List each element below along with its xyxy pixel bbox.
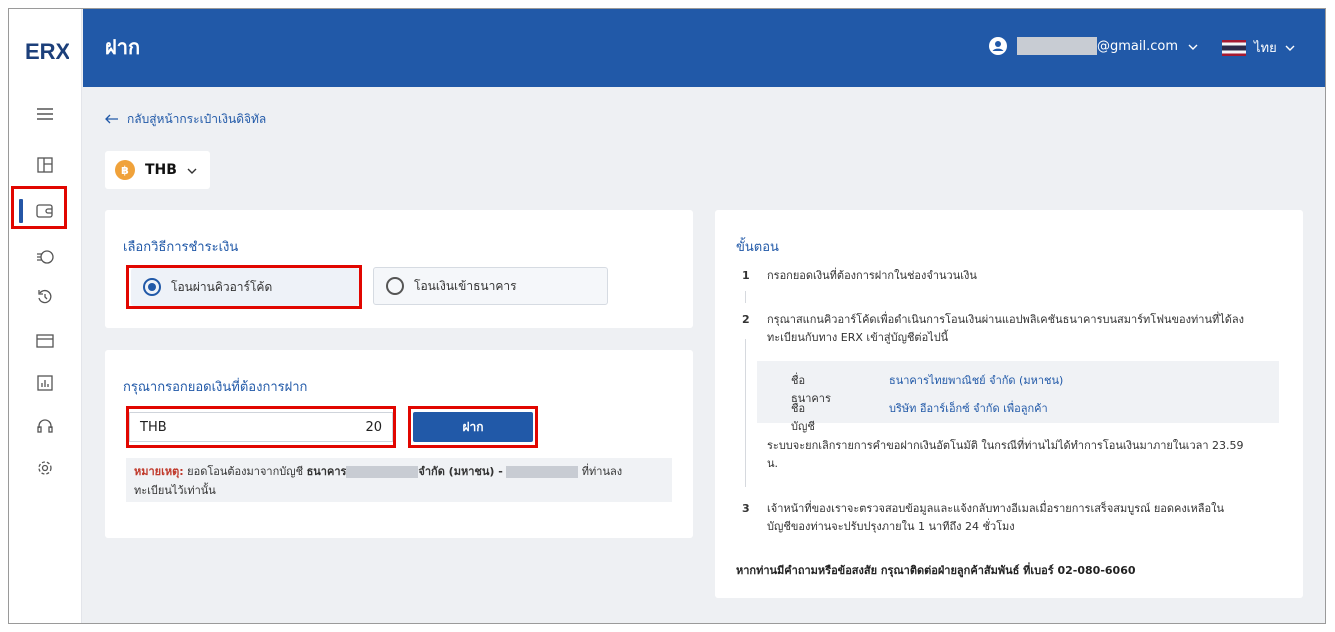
- history-icon[interactable]: [33, 285, 57, 309]
- svg-text:ERX: ERX: [25, 39, 69, 63]
- settings-icon[interactable]: [33, 456, 57, 480]
- note-text-3: ทะเบียนไว้เท่านั้น: [134, 484, 216, 497]
- deposit-note: หมายเหตุ: ยอดโอนต้องมาจากบัญชี ธนาคาร จำก…: [126, 458, 672, 502]
- note-label: หมายเหตุ:: [134, 465, 184, 478]
- language-label: ไทย: [1254, 41, 1277, 56]
- cancel-notice: ระบบจะยกเลิกรายการคำขอฝากเงินอัตโนมัติ ใ…: [767, 439, 1244, 452]
- note-text: ยอดโอนต้องมาจากบัญชี: [183, 465, 307, 478]
- menu-icon[interactable]: [33, 102, 57, 126]
- amount-title: กรุณากรอกยอดเงินที่ต้องการฝาก: [123, 380, 308, 395]
- step-number: 3: [742, 502, 750, 515]
- erx-logo[interactable]: ERX: [25, 39, 69, 63]
- user-icon: [989, 37, 1007, 55]
- back-link-label: กลับสู่หน้ากระเป๋าเงินดิจิทัล: [127, 112, 267, 126]
- withdraw-icon[interactable]: [33, 245, 57, 269]
- timeline-line: [745, 339, 746, 487]
- step-2-text: กรุณาสแกนคิวอาร์โค้ดเพื่อดำเนินการโอนเงิ…: [767, 313, 1245, 326]
- contact-info: หากท่านมีคำถามหรือข้อสงสัย กรุณาติดต่อฝ่…: [736, 564, 1136, 577]
- account-name-label: ชื่อบัญชี: [791, 402, 815, 433]
- bank-name-value: ธนาคารไทยพาณิชย์ จำกัด (มหาชน): [889, 374, 1064, 387]
- user-menu[interactable]: @gmail.com: [989, 37, 1198, 55]
- thai-flag-icon: [1222, 39, 1246, 56]
- option-bank-transfer[interactable]: โอนเงินเข้าธนาคาร: [373, 267, 608, 305]
- bank-card-icon[interactable]: [33, 329, 57, 353]
- support-icon[interactable]: [33, 414, 57, 438]
- steps-title: ขั้นตอน: [736, 240, 779, 255]
- note-company: จำกัด (มหาชน) -: [418, 465, 503, 478]
- bank-mask: [346, 466, 419, 478]
- account-mask: [506, 466, 579, 478]
- payment-method-title: เลือกวิธีการชำระเงิน: [123, 240, 239, 255]
- qr-option-highlight-box: [126, 265, 362, 309]
- page-title: ฝาก: [105, 35, 141, 59]
- chevron-down-icon: [187, 163, 197, 177]
- currency-selector[interactable]: ฿ THB: [105, 151, 210, 189]
- chevron-down-icon: [1285, 40, 1295, 55]
- sidebar: ERX: [9, 9, 82, 623]
- cancel-notice: น.: [767, 457, 779, 470]
- option-bank-label: โอนเงินเข้าธนาคาร: [414, 278, 517, 293]
- amount-highlight-box: [126, 406, 396, 448]
- account-name-value: บริษัท อีอาร์เอ็กซ์ จำกัด เพื่อลูกค้า: [889, 402, 1048, 415]
- currency-code: THB: [145, 162, 177, 178]
- back-link[interactable]: กลับสู่หน้ากระเป๋าเงินดิจิทัล: [105, 110, 266, 129]
- app-frame: ERX ฝาก @gmail.com ไทย กลับสู่หน้ากระเป๋…: [8, 8, 1326, 624]
- arrow-left-icon: [105, 113, 119, 127]
- chevron-down-icon: [1188, 39, 1198, 54]
- wallet-highlight-box: [11, 186, 67, 229]
- timeline-line: [745, 291, 746, 303]
- step-1-text: กรอกยอดเงินที่ต้องการฝากในช่องจำนวนเงิน: [767, 269, 977, 282]
- step-3-text: เจ้าหน้าที่ของเราจะตรวจสอบข้อมูลและแจ้งก…: [767, 502, 1225, 515]
- top-header: ฝาก @gmail.com ไทย: [83, 9, 1325, 87]
- step-3-text: บัญชีของท่านจะปรับปรุงภายใน 1 นาทีถึง 24…: [767, 520, 1015, 533]
- email-mask: [1017, 37, 1097, 55]
- email-suffix: @gmail.com: [1097, 38, 1179, 54]
- report-icon[interactable]: [33, 371, 57, 395]
- language-selector[interactable]: ไทย: [1222, 37, 1295, 58]
- step-2-text: ทะเบียนกับทาง ERX เข้าสู่บัญชีต่อไปนี้: [767, 331, 949, 344]
- radio-unselected-icon: [386, 277, 404, 295]
- note-text-2: ที่ท่านลง: [578, 465, 623, 478]
- step-number: 2: [742, 313, 750, 326]
- baht-coin-icon: ฿: [115, 160, 135, 180]
- note-bank: ธนาคาร: [306, 465, 347, 478]
- step-number: 1: [742, 269, 750, 282]
- dashboard-icon[interactable]: [33, 153, 57, 177]
- deposit-highlight-box: [408, 406, 538, 448]
- bank-info-box: ชื่อธนาคาร ธนาคารไทยพาณิชย์ จำกัด (มหาชน…: [757, 361, 1279, 433]
